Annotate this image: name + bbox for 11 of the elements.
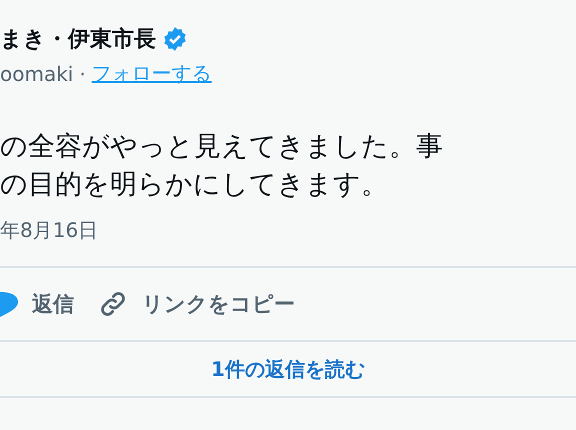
copy-link-button[interactable]: リンクをコピー	[98, 289, 295, 319]
author-handle: oomaki	[0, 62, 74, 86]
read-replies-button[interactable]: 1件の返信を読む	[207, 356, 369, 382]
speech-bubble-icon	[0, 290, 18, 318]
separator-dot: ·	[79, 62, 86, 86]
post-text-line: の全容がやっと見えてきました。事	[0, 130, 444, 164]
reply-button[interactable]: 返信	[0, 290, 74, 318]
post-date: 年8月16日	[0, 217, 100, 244]
post-text-line: の目的を明らかにしてきます。	[0, 168, 389, 202]
link-icon	[98, 289, 128, 319]
author-name: まき・伊東市長	[0, 26, 156, 54]
